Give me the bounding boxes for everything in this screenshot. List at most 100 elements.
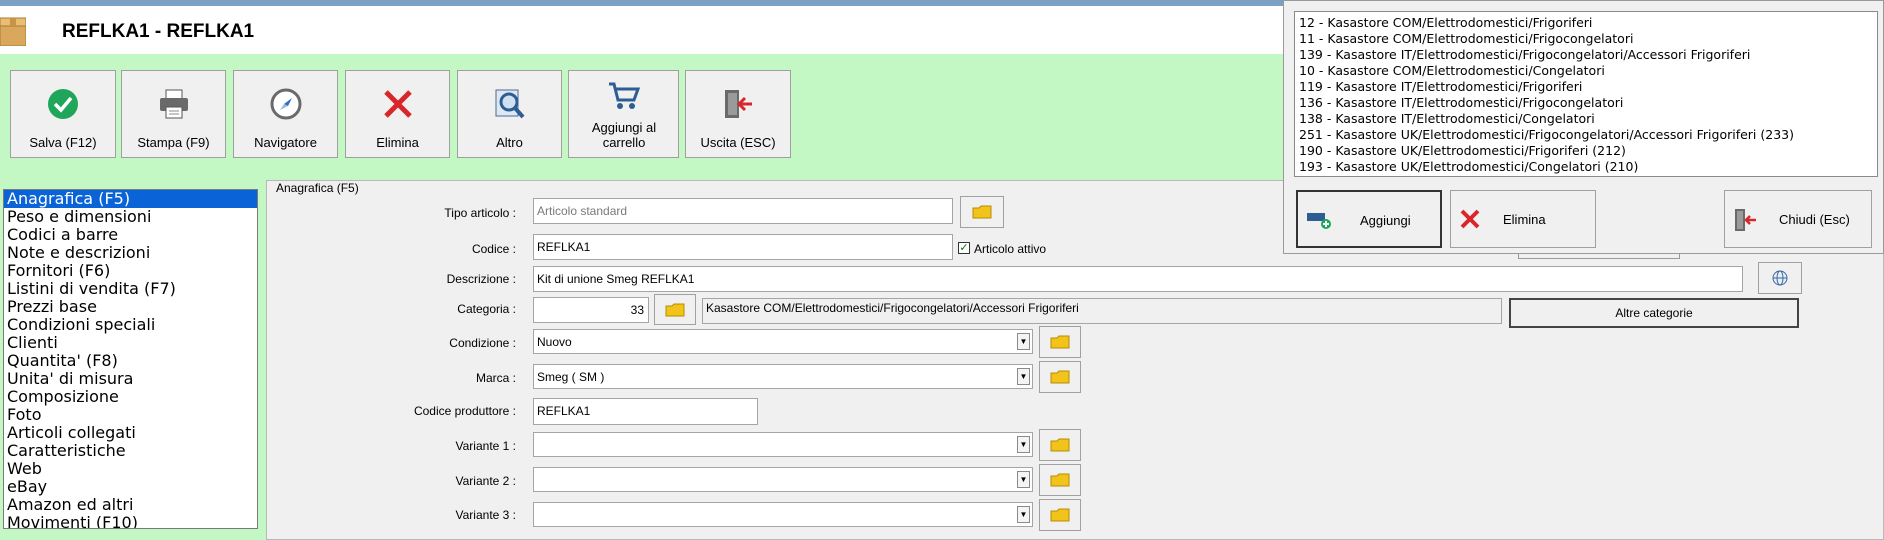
cart-icon xyxy=(608,82,640,109)
categories-list[interactable]: 12 - Kasastore COM/Elettrodomestici/Frig… xyxy=(1294,11,1878,177)
list-item[interactable]: 10 - Kasastore COM/Elettrodomestici/Cong… xyxy=(1295,63,1877,79)
nav-item-unita-misura[interactable]: Unita' di misura xyxy=(4,370,257,388)
list-item[interactable]: 251 - Kasastore UK/Elettrodomestici/Frig… xyxy=(1295,127,1877,143)
red-x-icon xyxy=(383,90,412,118)
descrizione-label: Descrizione : xyxy=(446,272,516,286)
condizione-lookup-button[interactable] xyxy=(1039,326,1081,358)
tipo-articolo-lookup-button[interactable] xyxy=(960,196,1004,228)
popup-delete-label: Elimina xyxy=(1503,212,1546,227)
globe-icon xyxy=(1772,270,1788,286)
variante1-lookup-button[interactable] xyxy=(1039,429,1081,461)
descrizione-field[interactable]: Kit di unione Smeg REFLKA1 xyxy=(533,266,1743,292)
folder-icon xyxy=(972,205,992,219)
list-item[interactable]: 193 - Kasastore UK/Elettrodomestici/Cong… xyxy=(1295,159,1877,175)
exit-button[interactable]: Uscita (ESC) xyxy=(685,70,791,158)
marca-select[interactable]: Smeg ( SM ) ▼ xyxy=(533,364,1033,389)
nav-item-web[interactable]: Web xyxy=(4,460,257,478)
nav-item-codici-barre[interactable]: Codici a barre xyxy=(4,226,257,244)
print-button[interactable]: Stampa (F9) xyxy=(121,70,226,158)
list-item[interactable]: 138 - Kasastore IT/Elettrodomestici/Cong… xyxy=(1295,111,1877,127)
nav-item-listini-vendita[interactable]: Listini di vendita (F7) xyxy=(4,280,257,298)
nav-item-peso-dimensioni[interactable]: Peso e dimensioni xyxy=(4,208,257,226)
save-button[interactable]: Salva (F12) xyxy=(10,70,116,158)
folder-icon xyxy=(665,303,685,316)
other-button[interactable]: Altro xyxy=(457,70,562,158)
popup-add-button[interactable]: Aggiungi xyxy=(1296,190,1442,248)
other-categories-popup: 12 - Kasastore COM/Elettrodomestici/Frig… xyxy=(1283,0,1884,254)
variante2-lookup-button[interactable] xyxy=(1039,464,1081,496)
popup-close-button[interactable]: Chiudi (Esc) xyxy=(1724,190,1872,248)
variante2-label: Variante 2 : xyxy=(455,474,516,488)
altre-categorie-button[interactable]: Altre categorie xyxy=(1509,298,1799,328)
nav-item-caratteristiche[interactable]: Caratteristiche xyxy=(4,442,257,460)
nav-item-foto[interactable]: Foto xyxy=(4,406,257,424)
add-to-cart-button[interactable]: Aggiungi al carrello xyxy=(568,70,679,158)
compass-icon xyxy=(270,88,301,120)
condizione-select[interactable]: Nuovo ▼ xyxy=(533,329,1033,354)
magnifier-icon xyxy=(495,89,524,119)
list-item[interactable]: 139 - Kasastore IT/Elettrodomestici/Frig… xyxy=(1295,47,1877,63)
articolo-attivo-checkbox[interactable]: ✓ xyxy=(958,242,970,254)
variante1-select[interactable]: ▼ xyxy=(533,432,1033,457)
nav-item-ebay[interactable]: eBay xyxy=(4,478,257,496)
chevron-down-icon[interactable]: ▼ xyxy=(1017,436,1030,453)
nav-item-note-descrizioni[interactable]: Note e descrizioni xyxy=(4,244,257,262)
chevron-down-icon[interactable]: ▼ xyxy=(1017,368,1030,385)
nav-item-composizione[interactable]: Composizione xyxy=(4,388,257,406)
codice-produttore-label: Codice produttore : xyxy=(413,404,516,418)
nav-item-quantita[interactable]: Quantita' (F8) xyxy=(4,352,257,370)
save-button-label: Salva (F12) xyxy=(29,135,97,150)
nav-item-movimenti[interactable]: Movimenti (F10) xyxy=(4,514,257,529)
chevron-down-icon[interactable]: ▼ xyxy=(1017,471,1030,488)
delete-button-label: Elimina xyxy=(376,135,419,150)
list-item[interactable]: 136 - Kasastore IT/Elettrodomestici/Frig… xyxy=(1295,95,1877,111)
list-item[interactable]: 12 - Kasastore COM/Elettrodomestici/Frig… xyxy=(1295,15,1877,31)
folder-icon xyxy=(1050,335,1070,349)
nav-item-condizioni-speciali[interactable]: Condizioni speciali xyxy=(4,316,257,334)
list-item[interactable]: 11 - Kasastore COM/Elettrodomestici/Frig… xyxy=(1295,31,1877,47)
nav-item-prezzi-base[interactable]: Prezzi base xyxy=(4,298,257,316)
navigator-button[interactable]: Navigatore xyxy=(233,70,338,158)
nav-item-anagrafica[interactable]: Anagrafica (F5) xyxy=(4,190,257,208)
variante3-select[interactable]: ▼ xyxy=(533,502,1033,527)
list-item[interactable]: 119 - Kasastore IT/Elettrodomestici/Frig… xyxy=(1295,79,1877,95)
popup-add-label: Aggiungi xyxy=(1360,213,1411,228)
codice-field[interactable]: REFLKA1 xyxy=(533,234,953,260)
categoria-id-field[interactable]: 33 xyxy=(533,297,649,323)
variante2-select[interactable]: ▼ xyxy=(533,467,1033,492)
package-icon xyxy=(0,17,26,46)
categoria-lookup-button[interactable] xyxy=(654,294,696,325)
marca-lookup-button[interactable] xyxy=(1039,361,1081,393)
nav-item-fornitori[interactable]: Fornitori (F6) xyxy=(4,262,257,280)
marca-label: Marca : xyxy=(475,371,516,385)
categoria-label: Categoria : xyxy=(457,302,516,316)
list-item[interactable]: 190 - Kasastore UK/Elettrodomestici/Frig… xyxy=(1295,143,1877,159)
section-nav-list[interactable]: Anagrafica (F5) Peso e dimensioni Codici… xyxy=(3,189,258,529)
popup-close-label: Chiudi (Esc) xyxy=(1779,212,1850,227)
codice-produttore-field[interactable]: REFLKA1 xyxy=(533,398,758,425)
nav-item-amazon[interactable]: Amazon ed altri xyxy=(4,496,257,514)
tipo-articolo-field[interactable]: Articolo standard xyxy=(533,198,953,224)
tipo-articolo-label: Tipo articolo : xyxy=(444,206,516,220)
navigator-button-label: Navigatore xyxy=(254,135,317,150)
check-circle-icon xyxy=(48,89,78,119)
condizione-label: Condizione : xyxy=(449,336,516,350)
articolo-attivo-label: Articolo attivo xyxy=(974,242,1047,256)
nav-item-articoli-collegati[interactable]: Articoli collegati xyxy=(4,424,257,442)
condizione-value: Nuovo xyxy=(537,335,572,349)
other-button-label: Altro xyxy=(496,135,523,150)
print-button-label: Stampa (F9) xyxy=(137,135,210,150)
variante3-lookup-button[interactable] xyxy=(1039,499,1081,531)
descrizione-translate-button[interactable] xyxy=(1758,262,1802,294)
chevron-down-icon[interactable]: ▼ xyxy=(1017,333,1030,350)
popup-delete-button[interactable]: Elimina xyxy=(1450,190,1596,248)
add-row-icon xyxy=(1307,213,1331,229)
categoria-path-field: Kasastore COM/Elettrodomestici/Frigocong… xyxy=(702,298,1502,324)
add-to-cart-button-label: Aggiungi al carrello xyxy=(591,120,657,150)
folder-icon xyxy=(1050,438,1070,452)
exit-button-label: Uscita (ESC) xyxy=(700,135,776,150)
delete-button[interactable]: Elimina xyxy=(345,70,450,158)
folder-icon xyxy=(1050,508,1070,522)
nav-item-clienti[interactable]: Clienti xyxy=(4,334,257,352)
chevron-down-icon[interactable]: ▼ xyxy=(1017,506,1030,523)
